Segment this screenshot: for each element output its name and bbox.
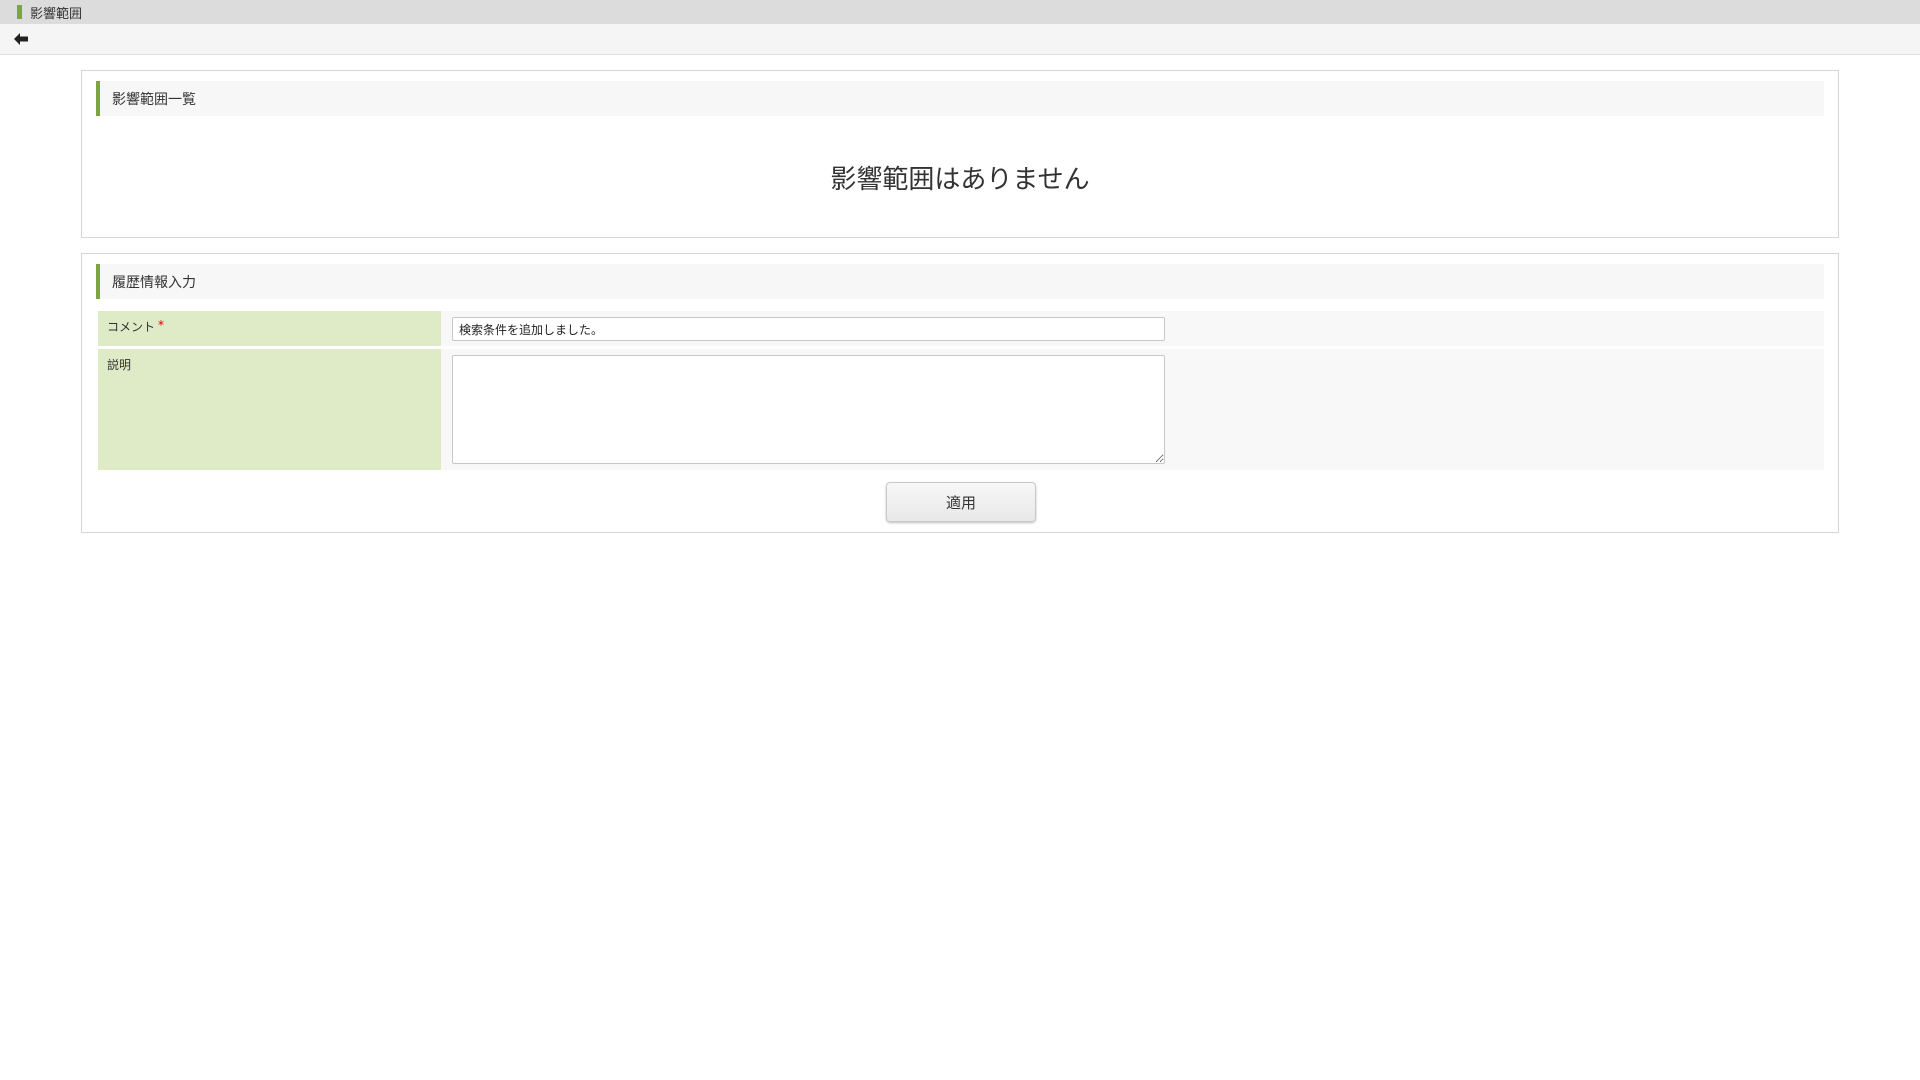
- description-textarea[interactable]: [452, 355, 1165, 464]
- window-title: 影響範囲: [30, 6, 83, 22]
- impact-list-title: 影響範囲一覧: [112, 91, 196, 108]
- apply-button[interactable]: 適用: [886, 482, 1036, 522]
- comment-value-cell: [441, 311, 1165, 346]
- comment-label-cell: コメント *: [98, 311, 441, 346]
- comment-input[interactable]: [452, 317, 1165, 341]
- empty-message: 影響範囲はありません: [830, 165, 1090, 195]
- description-value-cell: [441, 349, 1165, 470]
- description-row: 説明: [98, 349, 1824, 470]
- description-label-cell: 説明: [98, 349, 441, 470]
- description-label: 説明: [107, 358, 132, 372]
- required-mark: *: [158, 318, 165, 332]
- back-button[interactable]: [12, 30, 30, 48]
- impact-list-header: 影響範囲一覧: [96, 81, 1824, 116]
- history-input-header: 履歴情報入力: [96, 264, 1824, 299]
- history-input-panel: 履歴情報入力 コメント* 説明 適用: [81, 253, 1839, 533]
- title-accent-bar: [17, 5, 22, 19]
- arrow-left-icon: [14, 33, 28, 45]
- comment-label: コメント: [107, 320, 156, 334]
- impact-list-panel: 影響範囲一覧 影響範囲はありません: [81, 70, 1839, 238]
- title-bar: 影響範囲: [0, 0, 1920, 24]
- history-input-title: 履歴情報入力: [112, 274, 196, 291]
- toolbar: [0, 24, 1920, 55]
- comment-row: コメント *: [98, 311, 1824, 346]
